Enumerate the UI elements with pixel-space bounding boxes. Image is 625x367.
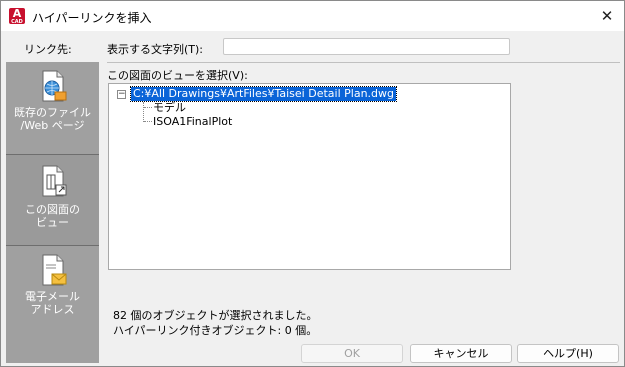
select-view-label: この図面のビューを選択(V): [107, 69, 248, 82]
sidebar-item-label: この図面の [25, 203, 80, 216]
tree-root-item[interactable]: C:¥All Drawings¥ArtFiles¥Taisei Detail P… [130, 86, 397, 102]
display-text-label: 表示する文字列(T): [107, 43, 204, 56]
sidebar-item-drawing-view[interactable]: この図面の ビュー [6, 154, 99, 246]
file-web-icon [42, 70, 67, 102]
sidebar-item-existing-file[interactable]: 既存のファイル /Web ページ [6, 62, 99, 154]
cancel-button[interactable]: キャンセル [410, 344, 512, 363]
sidebar-item-email[interactable]: 電子メール アドレス [6, 246, 99, 338]
tree-item-layout[interactable]: ISOA1FinalPlot [153, 115, 232, 129]
window-title: ハイパーリンクを挿入 [32, 11, 152, 25]
display-text-input[interactable] [223, 38, 510, 55]
ok-button[interactable]: OK [301, 344, 403, 363]
sidebar-item-label: 既存のファイル [14, 106, 91, 119]
selected-count-text: 82 個のオブジェクトが選択されました。 [113, 309, 318, 322]
close-button[interactable]: ✕ [598, 7, 616, 25]
collapse-toggle-icon[interactable]: − [117, 90, 126, 99]
insert-hyperlink-dialog: A CAD ハイパーリンクを挿入 ✕ リンク先: 既存のファイル /Web ペー… [0, 0, 625, 367]
email-icon [42, 254, 67, 286]
title-bar: A CAD ハイパーリンクを挿入 ✕ [1, 1, 624, 31]
hyperlinked-count-text: ハイパーリンク付きオブジェクト: 0 個。 [113, 324, 318, 337]
link-to-label: リンク先: [24, 43, 72, 56]
help-button[interactable]: ヘルプ(H) [517, 344, 619, 363]
link-type-sidebar: 既存のファイル /Web ページ この図面の ビュー 電子メール アドレス [6, 62, 99, 363]
sidebar-item-label: /Web ページ [20, 119, 85, 132]
tree-connector [144, 107, 152, 108]
app-icon-sublabel: CAD [11, 19, 23, 25]
tree-connector [144, 121, 152, 122]
sidebar-item-label: 電子メール [25, 290, 80, 303]
section-divider [107, 62, 620, 63]
sidebar-item-label: アドレス [30, 303, 75, 316]
sidebar-item-label: ビュー [36, 216, 69, 229]
tree-item-model[interactable]: モデル [153, 101, 186, 115]
drawing-view-icon [42, 165, 67, 197]
autocad-app-icon: A CAD [9, 8, 25, 25]
tree-connector [143, 102, 144, 122]
view-tree[interactable]: − C:¥All Drawings¥ArtFiles¥Taisei Detail… [108, 83, 511, 270]
